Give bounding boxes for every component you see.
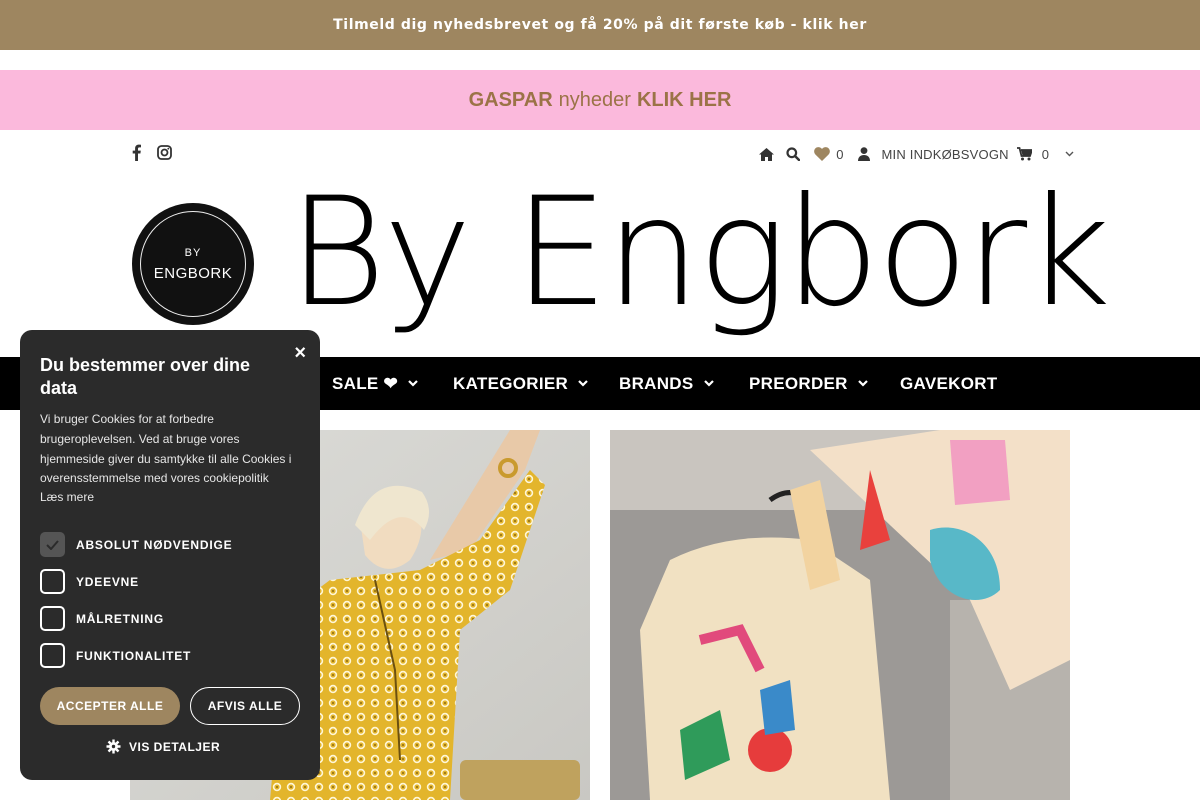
cookie-read-more-link[interactable]: Læs mere [40,490,94,504]
newsletter-bar[interactable]: Tilmeld dig nyhedsbrevet og få 20% på di… [0,0,1200,50]
cart-label[interactable]: MIN INDKØBSVOGN [882,147,1009,162]
nav-sale-label: SALE ❤ [332,373,399,393]
promo-text: nyheder [558,88,631,111]
product-image-parrot-shirt[interactable] [610,430,1070,800]
show-details-button[interactable]: VIS DETALJER [106,739,220,754]
chevron-down-icon [703,380,714,387]
logo-ring: BY ENGBORK [140,211,246,317]
nav-preorder[interactable]: PREORDER [749,357,868,410]
chevron-down-icon [408,380,418,387]
facebook-icon[interactable] [128,143,144,161]
logo-wordmark[interactable]: By Engbork [288,178,1111,328]
cookie-option-label: ABSOLUT NØDVENDIGE [76,537,233,552]
cookie-option-necessary[interactable]: ABSOLUT NØDVENDIGE [40,532,232,557]
user-icon[interactable] [857,147,870,161]
chevron-down-icon [857,380,868,387]
nav-categories[interactable]: KATEGORIER [453,357,588,410]
promo-cta[interactable]: KLIK HER [637,89,731,112]
accept-all-button[interactable]: ACCEPTER ALLE [40,687,180,725]
cart-icon[interactable] [1016,147,1032,161]
decline-all-button[interactable]: AFVIS ALLE [190,687,300,725]
social-links [128,143,172,161]
checkbox-performance[interactable] [40,569,65,594]
cookie-description: Vi bruger Cookies for at forbedre bruger… [40,412,292,486]
nav-categories-label: KATEGORIER [453,373,569,393]
logo-badge-top: BY [184,246,202,259]
show-details-label: VIS DETALJER [129,739,221,754]
instagram-icon[interactable] [156,143,172,161]
cookie-option-targeting[interactable]: MÅLRETNING [40,606,164,631]
nav-preorder-label: PREORDER [749,373,848,393]
cookie-option-performance[interactable]: YDEEVNE [40,569,139,594]
nav-giftcard-label: GAVEKORT [900,373,998,393]
checkmark-icon [46,539,59,550]
logo-badge-bottom: ENGBORK [153,264,233,282]
nav-brands[interactable]: BRANDS [619,357,714,410]
cart-count[interactable]: 0 [1042,147,1049,162]
cookie-title: Du bestemmer over dine data [40,355,251,398]
chevron-down-icon [578,380,588,387]
nav-giftcard[interactable]: GAVEKORT [900,357,997,410]
nav-sale[interactable]: SALE ❤ [332,357,418,410]
logo-badge[interactable]: BY ENGBORK [132,203,254,325]
chevron-down-icon[interactable] [1065,151,1074,157]
nav-brands-label: BRANDS [619,373,694,393]
cookie-option-label: YDEEVNE [76,574,139,589]
cookie-consent-dialog: × Du bestemmer over dine data Vi bruger … [20,330,320,780]
cookie-option-label: MÅLRETNING [76,611,164,626]
checkbox-necessary[interactable] [40,532,65,557]
gear-icon [106,739,121,754]
cookie-option-label: FUNKTIONALITET [76,648,192,663]
checkbox-functionality[interactable] [40,643,65,668]
cookie-option-functionality[interactable]: FUNKTIONALITET [40,643,191,668]
header-utility: 0 MIN INDKØBSVOGN 0 [747,143,1074,165]
promo-banner[interactable]: GASPAR nyheder KLIK HER [0,70,1200,130]
close-icon[interactable]: × [294,342,306,365]
checkbox-targeting[interactable] [40,606,65,631]
home-icon[interactable] [759,147,775,161]
wishlist-count[interactable]: 0 [836,147,843,162]
search-icon[interactable] [786,147,801,161]
promo-brand: GASPAR [468,88,553,111]
newsletter-text[interactable]: Tilmeld dig nyhedsbrevet og få 20% på di… [333,17,867,33]
heart-icon[interactable] [814,147,831,161]
